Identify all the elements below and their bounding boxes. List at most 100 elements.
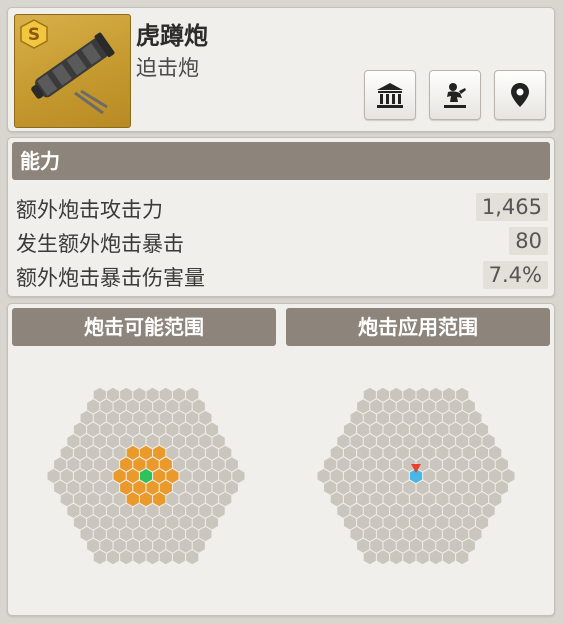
grid-cell [390, 503, 403, 518]
grid-cell [87, 468, 100, 484]
grid-cell [489, 492, 502, 507]
grid-cell [172, 503, 186, 518]
abilities-header: 能力 [12, 142, 550, 180]
grid-cell [416, 550, 429, 565]
grid-cell [370, 492, 383, 507]
grid-cell [350, 410, 363, 426]
grid-cell [376, 410, 390, 426]
grid-cell [139, 422, 153, 437]
grid-cell [462, 492, 475, 507]
grid-cell [475, 492, 489, 507]
grid-cell [416, 387, 429, 402]
grid-cell [73, 445, 87, 460]
grid-cell [159, 503, 172, 518]
grid-cell [54, 480, 67, 495]
grid-cell [93, 550, 106, 565]
grid-range-cell [126, 445, 139, 460]
grid-cell [403, 550, 416, 565]
grid-cell [436, 538, 449, 553]
grid-cell [67, 434, 80, 449]
grid-cell [205, 445, 219, 460]
grid-cell [442, 526, 456, 542]
grid-cell [436, 422, 449, 437]
museum-button[interactable] [364, 70, 416, 120]
grid-cell [429, 480, 442, 495]
grid-range-cell [166, 468, 179, 484]
grid-cell [403, 410, 416, 426]
wrestler-button[interactable] [429, 70, 481, 120]
grid-cell [502, 468, 515, 484]
grid-cell [120, 550, 133, 565]
grid-cell [106, 457, 120, 472]
grid-cell [80, 457, 93, 472]
grid-cell [113, 422, 126, 437]
grid-cell [199, 480, 212, 495]
grid-cell [456, 387, 469, 402]
grid-cell [390, 387, 403, 402]
stat-value: 7.4% [482, 261, 548, 289]
grid-cell [449, 468, 462, 484]
grid-cell [376, 503, 390, 518]
grid-cell [442, 550, 456, 565]
grid-cell [396, 468, 409, 484]
grid-cell [475, 515, 489, 530]
grid-cell [337, 503, 350, 518]
grid-cell [469, 457, 482, 472]
grid-cell [489, 468, 502, 484]
grid-cell [409, 399, 423, 414]
grid-cell [172, 526, 186, 542]
grid-cell [133, 434, 146, 449]
grid-cell [93, 434, 106, 449]
grid-cell [186, 457, 199, 472]
grid-cell [212, 503, 225, 518]
grid-cell [409, 492, 423, 507]
grid-cell [146, 434, 159, 449]
grid-cell [106, 410, 120, 426]
grid-cell [166, 445, 179, 460]
grid-cell [462, 515, 475, 530]
stat-label: 发生额外炮击暴击 [16, 232, 184, 256]
location-button[interactable] [494, 70, 546, 120]
grid-cell [192, 422, 205, 437]
grid-cell [133, 410, 146, 426]
grid-cell [409, 538, 423, 553]
grid-cell [416, 410, 429, 426]
grid-cell [67, 480, 80, 495]
grid-cell [416, 480, 429, 495]
grid-cell [106, 387, 120, 402]
grid-cell [159, 410, 172, 426]
grid-cell [179, 422, 192, 437]
grid-cell [469, 480, 482, 495]
grid-cell [383, 399, 396, 414]
grid-cell [442, 410, 456, 426]
grid-cell [330, 468, 343, 484]
stat-label: 额外炮击暴击伤害量 [16, 266, 205, 290]
grid-cell [126, 399, 139, 414]
grid-cell [462, 422, 475, 437]
grid-cell [403, 434, 416, 449]
grid-cell [146, 526, 159, 542]
grid-cell [212, 457, 225, 472]
grid-cell [330, 445, 343, 460]
grid-cell [199, 503, 212, 518]
grid-cell [456, 503, 469, 518]
grid-cell [383, 492, 396, 507]
grid-cell [390, 434, 403, 449]
grid-cell [363, 526, 376, 542]
grid-cell [416, 434, 429, 449]
grid-cell [396, 515, 409, 530]
grid-range-cell [146, 457, 159, 472]
grid-cell [47, 468, 60, 484]
grid-cell [409, 445, 423, 460]
grid-cell [106, 503, 120, 518]
grid-cell [489, 445, 502, 460]
grid-cell [456, 480, 469, 495]
grid-cell [172, 480, 186, 495]
grid-cell [166, 538, 179, 553]
grid-cell [376, 387, 390, 402]
grid-cell [376, 457, 390, 472]
grid-cell [166, 492, 179, 507]
grid-cell [370, 468, 383, 484]
grid-cell [166, 515, 179, 530]
grid-cell [449, 515, 462, 530]
